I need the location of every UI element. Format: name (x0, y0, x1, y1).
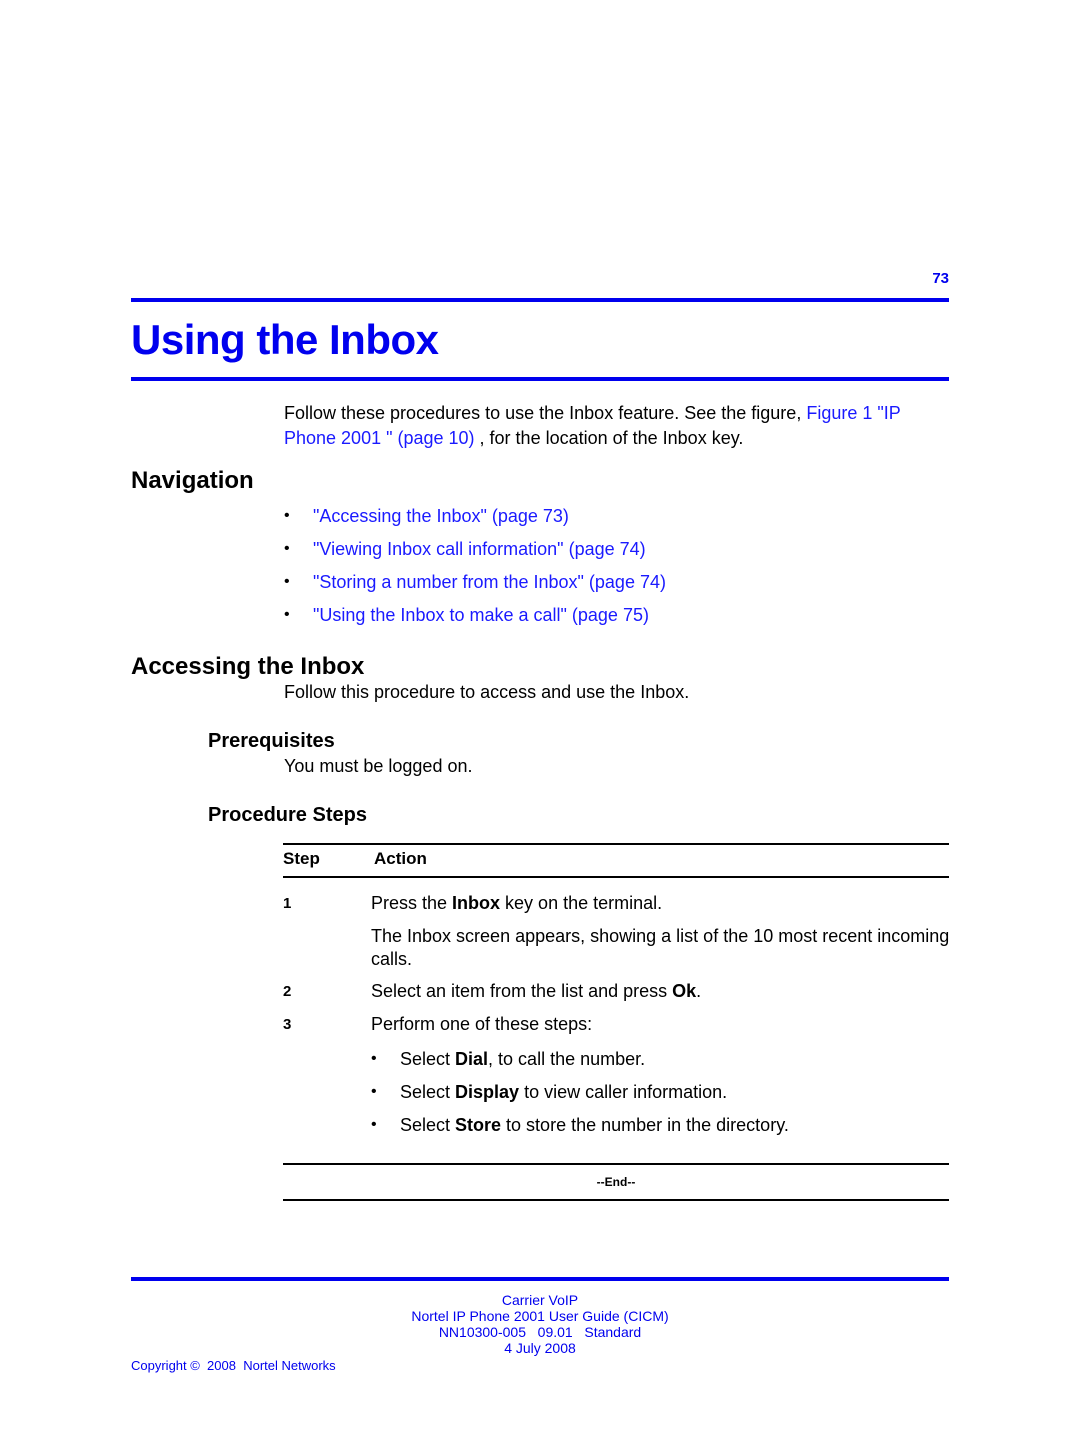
end-rule-top (283, 1163, 949, 1165)
nav-link-viewing[interactable]: "Viewing Inbox call information" (page 7… (313, 536, 646, 569)
key-name-inbox: Inbox (452, 893, 501, 913)
step-note: The Inbox screen appears, showing a list… (371, 926, 950, 969)
header-rule-bottom (131, 377, 949, 381)
step-action: Press the Inbox key on the terminal. (371, 892, 951, 915)
section-heading-accessing: Accessing the Inbox (131, 653, 365, 680)
column-header-step: Step (283, 849, 320, 868)
bullet-icon: • (371, 1050, 377, 1067)
substep-text: Select Display to view caller informatio… (400, 1082, 728, 1102)
header-rule-top (131, 298, 949, 302)
substep-text: Select Store to store the number in the … (400, 1115, 789, 1135)
bullet-icon: • (284, 573, 290, 590)
end-marker: --End-- (596, 1175, 636, 1189)
step-action: Select an item from the list and press O… (371, 980, 951, 1003)
nav-link-accessing[interactable]: "Accessing the Inbox" (page 73) (313, 503, 569, 536)
bullet-icon: • (284, 540, 290, 557)
page-number: 73 (932, 270, 949, 287)
intro-paragraph: Follow these procedures to use the Inbox… (284, 401, 954, 451)
nav-link-storing[interactable]: "Storing a number from the Inbox" (page … (313, 569, 666, 602)
table-rule-top (283, 843, 949, 845)
footer-block: Carrier VoIP Nortel IP Phone 2001 User G… (131, 1292, 949, 1356)
substep-item: • Select Store to store the number in the… (371, 1112, 789, 1145)
bullet-icon: • (284, 606, 290, 623)
table-rule-header (283, 876, 949, 878)
step-text: Press the (371, 893, 453, 913)
footer-product: Carrier VoIP (501, 1292, 579, 1308)
end-rule-bottom (283, 1199, 949, 1201)
prerequisites-text: You must be logged on. (284, 756, 473, 776)
step-action: Perform one of these steps: (371, 1014, 593, 1034)
substep-item: • Select Display to view caller informati… (371, 1079, 789, 1112)
navigation-list: • "Accessing the Inbox" (page 73) • "Viewi… (284, 503, 666, 635)
prerequisites-heading: Prerequisites (208, 730, 335, 752)
substep-list: • Select Dial, to call the number. • Selec… (371, 1046, 789, 1145)
step-text: Select an item from the list and press (371, 981, 673, 1001)
step-text: . (696, 981, 702, 1001)
bullet-icon: • (284, 507, 290, 524)
intro-text-end: , for the location of the Inbox key. (474, 428, 744, 448)
step-text: key on the terminal. (500, 893, 663, 913)
section-description: Follow this procedure to access and use … (284, 682, 690, 702)
footer-doc-number: NN10300-005 09.01 Standard (438, 1324, 642, 1340)
key-name-ok: Ok (672, 981, 697, 1001)
step-number: 3 (283, 1016, 292, 1033)
bullet-icon: • (371, 1116, 377, 1133)
nav-item: • "Storing a number from the Inbox" (page… (284, 569, 666, 602)
footer-rule (131, 1277, 949, 1281)
page-title: Using the Inbox (131, 316, 439, 363)
nav-item: • "Viewing Inbox call information" (page … (284, 536, 666, 569)
substep-item: • Select Dial, to call the number. (371, 1046, 789, 1079)
navigation-heading: Navigation (131, 467, 254, 494)
step-number: 2 (283, 983, 292, 1000)
nav-item: • "Using the Inbox to make a call" (page … (284, 602, 666, 635)
bullet-icon: • (371, 1083, 377, 1100)
procedure-heading: Procedure Steps (208, 804, 367, 826)
footer-date: 4 July 2008 (504, 1340, 576, 1356)
nav-link-making-call[interactable]: "Using the Inbox to make a call" (page 7… (313, 602, 649, 635)
nav-item: • "Accessing the Inbox" (page 73) (284, 503, 666, 536)
substep-text: Select Dial, to call the number. (400, 1049, 646, 1069)
step-number: 1 (283, 895, 292, 912)
footer-guide-title: Nortel IP Phone 2001 User Guide (CICM) (411, 1308, 669, 1324)
copyright-notice: Copyright © 2008 Nortel Networks (131, 1358, 336, 1373)
column-header-action: Action (374, 849, 427, 868)
intro-text: Follow these procedures to use the Inbox… (284, 403, 807, 423)
